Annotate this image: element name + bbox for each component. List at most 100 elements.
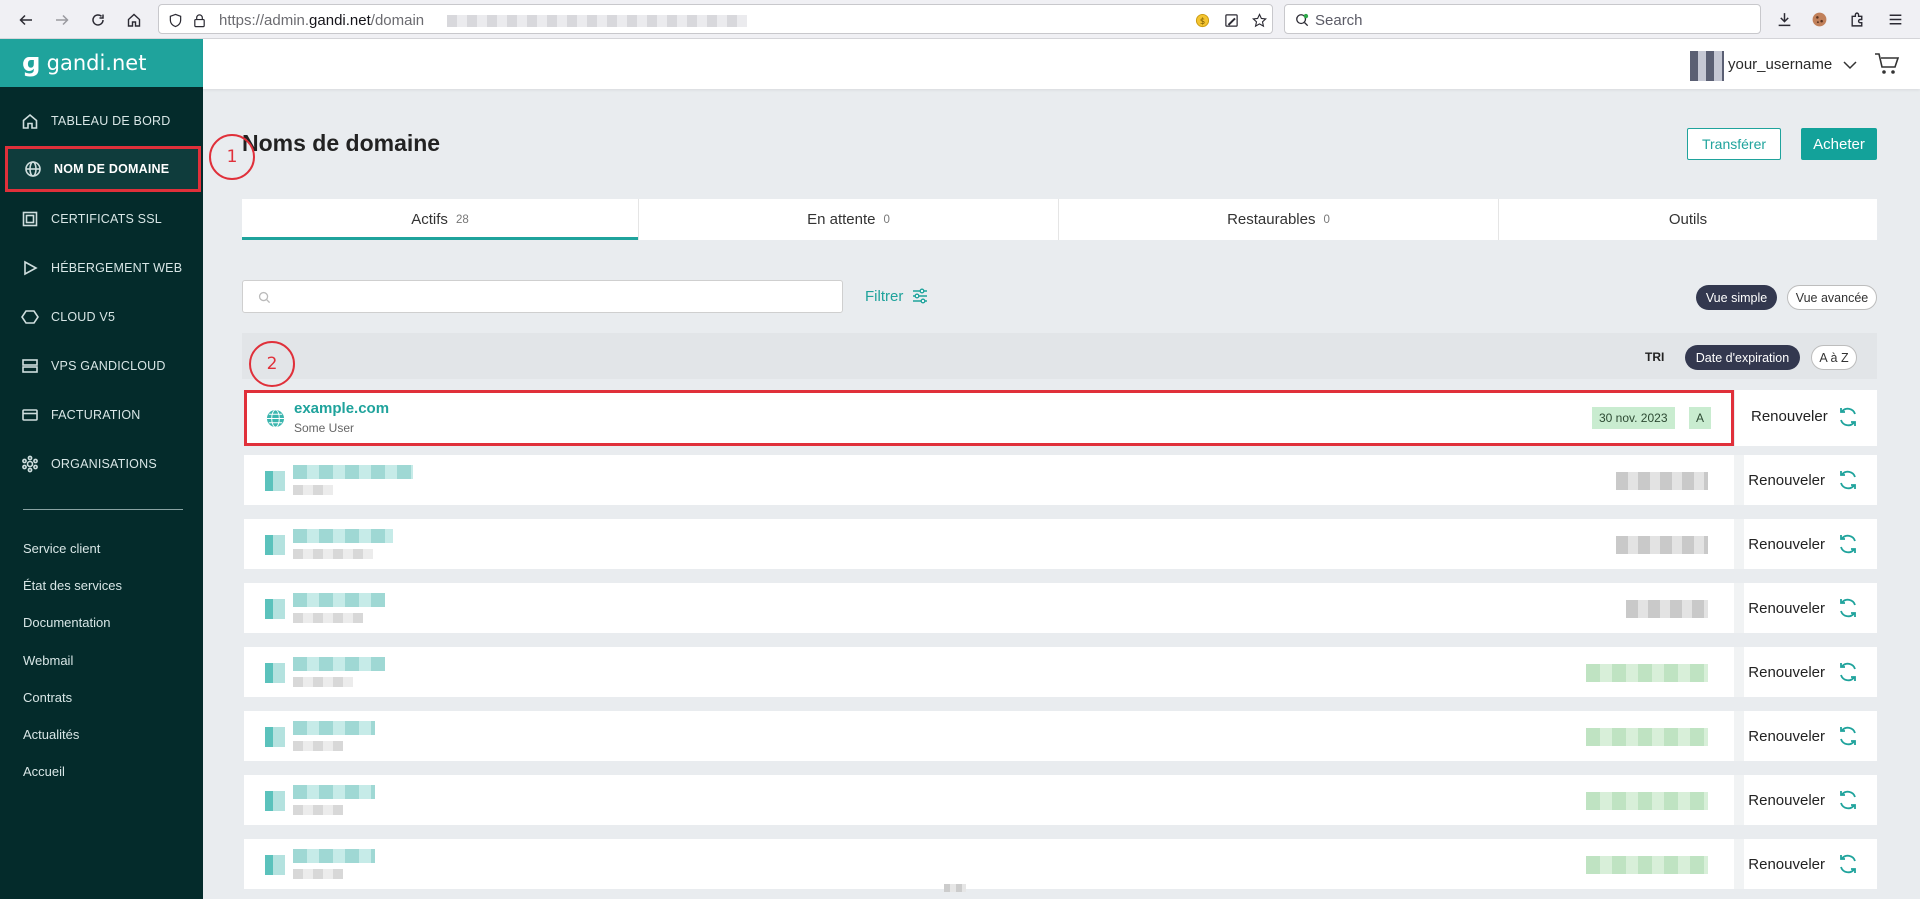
- view-advanced-toggle[interactable]: Vue avancée: [1787, 285, 1877, 310]
- renew-button[interactable]: Renouveler: [1748, 583, 1825, 633]
- domain-row[interactable]: Renouveler: [244, 647, 1877, 697]
- refresh-icon[interactable]: [1837, 597, 1859, 619]
- link-contracts[interactable]: Contrats: [23, 690, 72, 705]
- browser-search-bar[interactable]: Search: [1284, 4, 1761, 34]
- domain-row[interactable]: Renouveler: [244, 711, 1877, 761]
- star-icon[interactable]: [1251, 12, 1267, 28]
- cart-icon[interactable]: [1874, 52, 1900, 76]
- sidebar-item-label: ORGANISATIONS: [51, 457, 157, 471]
- domain-owner: Some User: [294, 421, 355, 435]
- domain-tabs: Actifs 28 En attente 0 Restaurables 0 Ou…: [242, 199, 1877, 240]
- tab-count: 0: [1323, 213, 1330, 226]
- buy-button[interactable]: Acheter: [1801, 128, 1877, 160]
- domain-name-link[interactable]: example.com: [294, 400, 389, 417]
- refresh-icon[interactable]: [1837, 661, 1859, 683]
- sidebar-item-label: VPS GANDICLOUD: [51, 359, 166, 373]
- sliders-icon: [913, 288, 928, 304]
- domain-name-redacted: [293, 593, 385, 607]
- home-button[interactable]: [122, 8, 146, 32]
- refresh-icon[interactable]: [1837, 789, 1859, 811]
- globe-icon: [266, 409, 285, 428]
- domain-row[interactable]: Renouveler: [244, 519, 1877, 569]
- filter-button[interactable]: Filtrer: [865, 287, 929, 305]
- renew-button[interactable]: Renouveler: [1748, 519, 1825, 569]
- reload-button[interactable]: [86, 8, 110, 32]
- expiry-date-redacted: [1616, 472, 1708, 490]
- search-icon: [1296, 13, 1309, 27]
- sidebar-item-dashboard[interactable]: TABLEAU DE BORD: [5, 98, 201, 144]
- link-documentation[interactable]: Documentation: [23, 615, 110, 630]
- coin-icon[interactable]: $: [1194, 12, 1210, 28]
- extension-button[interactable]: [1808, 8, 1830, 30]
- sidebar-item-domain[interactable]: NOM DE DOMAINE: [5, 146, 201, 192]
- sidebar-item-ssl[interactable]: CERTIFICATS SSL: [5, 196, 201, 242]
- renew-button[interactable]: Renouveler: [1748, 775, 1825, 825]
- globe-icon: [25, 161, 41, 177]
- domain-row[interactable]: Renouveler: [244, 839, 1877, 889]
- domain-row-highlighted[interactable]: example.com Some User 30 nov. 2023 A: [244, 390, 1734, 446]
- image-edit-icon[interactable]: [1223, 12, 1239, 28]
- domain-row[interactable]: Renouveler: [244, 583, 1877, 633]
- tab-tools[interactable]: Outils: [1499, 199, 1877, 240]
- home-icon: [127, 13, 141, 27]
- cloud-icon: [21, 310, 39, 324]
- refresh-icon[interactable]: [1837, 853, 1859, 875]
- tab-active[interactable]: Actifs 28: [242, 199, 639, 240]
- sidebar-item-organisations[interactable]: ORGANISATIONS: [5, 441, 201, 487]
- back-button[interactable]: [14, 8, 38, 32]
- link-service-client[interactable]: Service client: [23, 541, 100, 556]
- sidebar-item-billing[interactable]: FACTURATION: [5, 392, 201, 438]
- renew-button[interactable]: Renouveler: [1748, 711, 1825, 761]
- tab-restorable[interactable]: Restaurables 0: [1059, 199, 1499, 240]
- renew-button[interactable]: Renouveler: [1748, 647, 1825, 697]
- menu-button[interactable]: [1884, 8, 1906, 30]
- link-news[interactable]: Actualités: [23, 727, 79, 742]
- app-header: [203, 39, 1920, 89]
- link-service-status[interactable]: État des services: [23, 578, 122, 593]
- expiry-date-redacted: [1586, 792, 1708, 810]
- tab-pending[interactable]: En attente 0: [639, 199, 1059, 240]
- expiry-date-redacted: [1616, 536, 1708, 554]
- row-divider: [1734, 839, 1744, 889]
- sidebar-item-label: CERTIFICATS SSL: [51, 212, 162, 226]
- tab-count: 0: [883, 213, 890, 226]
- view-simple-toggle[interactable]: Vue simple: [1696, 285, 1777, 310]
- downloads-button[interactable]: [1773, 8, 1795, 30]
- refresh-icon[interactable]: [1837, 533, 1859, 555]
- link-webmail[interactable]: Webmail: [23, 653, 73, 668]
- url-bar[interactable]: https://admin.gandi.net/domain $: [158, 4, 1273, 34]
- domain-row[interactable]: Renouveler: [244, 455, 1877, 505]
- organisation-icon: [22, 455, 38, 473]
- domain-search-input[interactable]: [279, 286, 829, 308]
- username[interactable]: your_username: [1728, 56, 1832, 73]
- url-text: https://admin.gandi.net/domain: [219, 12, 425, 29]
- domain-search[interactable]: [242, 280, 843, 313]
- lock-icon[interactable]: [191, 12, 207, 28]
- tab-label: Actifs: [411, 211, 448, 228]
- transfer-button[interactable]: Transférer: [1687, 128, 1781, 160]
- sidebar-item-vps[interactable]: VPS GANDICLOUD: [5, 343, 201, 389]
- sidebar-item-label: CLOUD V5: [51, 310, 116, 324]
- link-home[interactable]: Accueil: [23, 764, 65, 779]
- forward-button[interactable]: [50, 8, 74, 32]
- sort-az-button[interactable]: A à Z: [1811, 345, 1857, 370]
- avatar[interactable]: [1690, 51, 1724, 81]
- sort-expiration-button[interactable]: Date d'expiration: [1685, 345, 1800, 370]
- domain-row[interactable]: Renouveler: [244, 775, 1877, 825]
- renew-button[interactable]: Renouveler: [1748, 455, 1825, 505]
- shield-icon[interactable]: [167, 12, 183, 28]
- refresh-icon[interactable]: [1837, 725, 1859, 747]
- hamburger-icon: [1889, 13, 1901, 25]
- renew-button[interactable]: Renouveler: [1748, 839, 1825, 889]
- brand-logo[interactable]: ɡ gandi.net: [0, 39, 203, 87]
- browser-toolbar: https://admin.gandi.net/domain $ Search: [0, 0, 1920, 39]
- scroll-indicator: [944, 884, 966, 892]
- sidebar-item-hosting[interactable]: HÉBERGEMENT WEB: [5, 245, 201, 291]
- chevron-down-icon[interactable]: [1842, 57, 1858, 73]
- tab-label: Restaurables: [1227, 211, 1316, 228]
- refresh-icon[interactable]: [1837, 469, 1859, 491]
- sidebar-item-cloud[interactable]: CLOUD V5: [5, 294, 201, 340]
- refresh-icon[interactable]: [1837, 406, 1859, 428]
- renew-button[interactable]: Renouveler: [1751, 408, 1828, 425]
- extensions-button[interactable]: [1846, 8, 1868, 30]
